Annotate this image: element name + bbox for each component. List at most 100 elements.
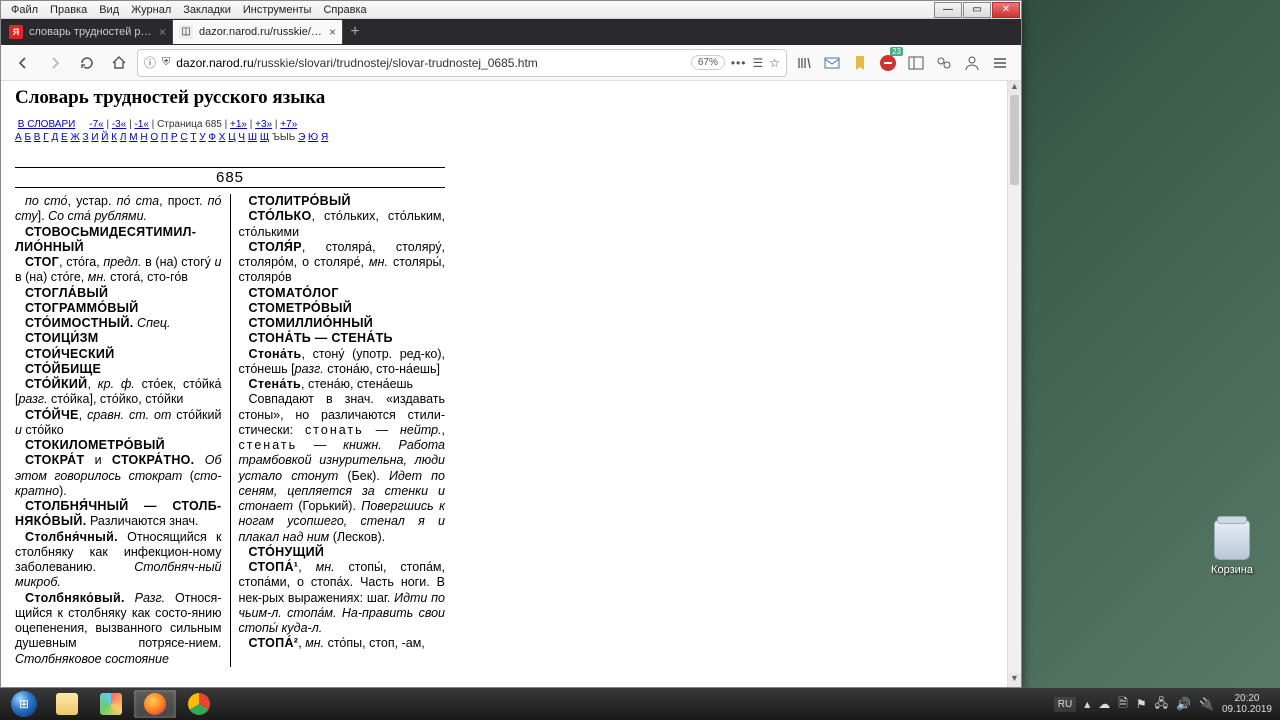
dict-entry: СТО́ЛЬКО, сто́льких, сто́льким, сто́льки… (239, 209, 446, 240)
alpha-link[interactable]: Щ (260, 132, 269, 143)
alpha-link[interactable]: И (91, 132, 98, 143)
pager-link[interactable]: +3» (255, 119, 272, 130)
zoom-indicator[interactable]: 67% (691, 55, 725, 70)
account-icon[interactable] (959, 49, 985, 77)
alpha-link[interactable]: Н (140, 132, 147, 143)
alpha-link[interactable]: О (150, 132, 158, 143)
menu-tools[interactable]: Инструменты (237, 4, 318, 16)
alpha-link[interactable]: М (129, 132, 137, 143)
tray-cloud-icon[interactable]: ☁ (1098, 697, 1110, 711)
tab-1[interactable]: ◫ dazor.narod.ru/russkie/slovari/ × (173, 20, 343, 44)
tray-power-icon[interactable]: 🔌 (1199, 697, 1214, 711)
alpha-link[interactable]: А (15, 132, 22, 143)
reader-mode-icon[interactable]: ☰ (752, 56, 763, 70)
pager-link[interactable]: +7» (280, 119, 297, 130)
tray-network-icon[interactable]: 🖧 (1155, 694, 1168, 715)
shield-icon[interactable]: ⛨ (162, 56, 170, 69)
alpha-link[interactable]: З (82, 132, 88, 143)
toolbar-right (791, 49, 1013, 77)
alpha-link[interactable]: С (180, 132, 187, 143)
alpha-link[interactable]: Т (190, 132, 196, 143)
alpha-link[interactable]: Ж (70, 132, 79, 143)
pager-link[interactable]: -3« (112, 119, 126, 130)
tab-0[interactable]: Я словарь трудностей русского × (3, 20, 173, 44)
minimize-button[interactable]: — (934, 2, 962, 18)
bookmark-flag-icon[interactable] (847, 49, 873, 77)
alpha-link[interactable]: Ч (238, 132, 245, 143)
alpha-link[interactable]: Д (51, 132, 58, 143)
alpha-link[interactable]: Я (321, 132, 328, 143)
reload-button[interactable] (73, 49, 101, 77)
menu-history[interactable]: Журнал (125, 4, 177, 16)
dictionary-scan: 685 по сто́, устар. по́ ста, прост. по́ … (15, 167, 445, 667)
pager-link[interactable]: -7« (89, 119, 103, 130)
sidebar-icon[interactable] (903, 49, 929, 77)
dict-entry: Стона́ть, стону́ (употр. ред-ко), сто́не… (239, 347, 446, 378)
back-to-index-link[interactable]: В СЛОВАРИ (18, 119, 76, 130)
alpha-link[interactable]: Х (219, 132, 226, 143)
pager-link[interactable]: -1« (134, 119, 148, 130)
tray-flag-icon[interactable]: ⚑ (1136, 697, 1147, 711)
dict-entry: СТОНА́ТЬ — СТЕНА́ТЬ (239, 331, 446, 346)
alpha-link[interactable]: К (111, 132, 117, 143)
adblock-icon[interactable] (875, 49, 901, 77)
menu-help[interactable]: Справка (317, 4, 372, 16)
alpha-link[interactable]: Ц (228, 132, 235, 143)
dict-entry: СТОВОСЬМИДЕСЯТИМИЛ-ЛИО́ННЫЙ (15, 225, 222, 256)
menu-hamburger-icon[interactable] (987, 49, 1013, 77)
alpha-link[interactable]: Б (24, 132, 31, 143)
menu-file[interactable]: Файл (5, 4, 44, 16)
bookmark-star-icon[interactable]: ☆ (769, 56, 780, 70)
tab-close-icon[interactable]: × (159, 25, 166, 39)
more-icon[interactable]: ••• (731, 56, 747, 70)
desktop-trash-icon[interactable]: Корзина (1200, 520, 1264, 576)
chrome-icon (188, 693, 210, 715)
alpha-link[interactable]: Е (61, 132, 68, 143)
alpha-link[interactable]: Л (120, 132, 127, 143)
alpha-link[interactable]: Г (43, 132, 48, 143)
tab-strip: Я словарь трудностей русского × ◫ dazor.… (1, 19, 1021, 45)
dict-entry: СТОКРА́Т и СТОКРА́ТНО. Об этом говорилос… (15, 453, 222, 499)
pager-link[interactable]: +1» (230, 119, 247, 130)
menu-bookmarks[interactable]: Закладки (177, 4, 237, 16)
back-button[interactable] (9, 49, 37, 77)
language-indicator[interactable]: RU (1054, 697, 1076, 712)
scroll-down-icon[interactable]: ▼ (1008, 673, 1021, 687)
taskbar-chrome[interactable] (178, 690, 220, 718)
taskbar-app[interactable] (90, 690, 132, 718)
maximize-button[interactable]: ▭ (963, 2, 991, 18)
start-button[interactable]: ⊞ (4, 690, 44, 718)
alpha-link[interactable]: Ш (248, 132, 257, 143)
alpha-link[interactable]: Э (298, 132, 305, 143)
alpha-link[interactable]: Р (171, 132, 178, 143)
system-tray: RU ▴ ☁ 🗎 ⚑ 🖧 🔊 🔌 20:20 09.10.2019 (1054, 693, 1276, 715)
taskbar-explorer[interactable] (46, 690, 88, 718)
home-button[interactable] (105, 49, 133, 77)
alpha-link[interactable]: Й (101, 132, 108, 143)
tray-up-icon[interactable]: ▴ (1084, 697, 1090, 711)
menu-edit[interactable]: Правка (44, 4, 93, 16)
scroll-up-icon[interactable]: ▲ (1008, 81, 1021, 95)
forward-button[interactable] (41, 49, 69, 77)
dict-entry: СТОПА́², мн. сто́пы, стоп, -ам, (239, 636, 446, 651)
alpha-link[interactable]: В (34, 132, 41, 143)
mail-icon[interactable] (819, 49, 845, 77)
alpha-link[interactable]: Ф (208, 132, 216, 143)
alpha-link[interactable]: П (161, 132, 168, 143)
tray-volume-icon[interactable]: 🔊 (1176, 697, 1191, 711)
url-bar[interactable]: ⓘ ⛨ dazor.narod.ru/russkie/slovari/trudn… (137, 49, 787, 77)
library-icon[interactable] (791, 49, 817, 77)
tab-close-icon[interactable]: × (329, 25, 336, 39)
taskbar-firefox[interactable] (134, 690, 176, 718)
alpha-link[interactable]: У (199, 132, 205, 143)
site-info-icon[interactable]: ⓘ (144, 54, 156, 71)
close-button[interactable]: ✕ (992, 2, 1020, 18)
extension-icon[interactable] (931, 49, 957, 77)
tray-doc-icon[interactable]: 🗎 (1118, 694, 1128, 715)
clock[interactable]: 20:20 09.10.2019 (1222, 693, 1272, 715)
scroll-thumb[interactable] (1010, 95, 1019, 185)
menu-view[interactable]: Вид (93, 4, 125, 16)
new-tab-button[interactable]: + (343, 23, 367, 41)
alpha-link[interactable]: Ю (308, 132, 318, 143)
vertical-scrollbar[interactable]: ▲ ▼ (1007, 81, 1021, 687)
